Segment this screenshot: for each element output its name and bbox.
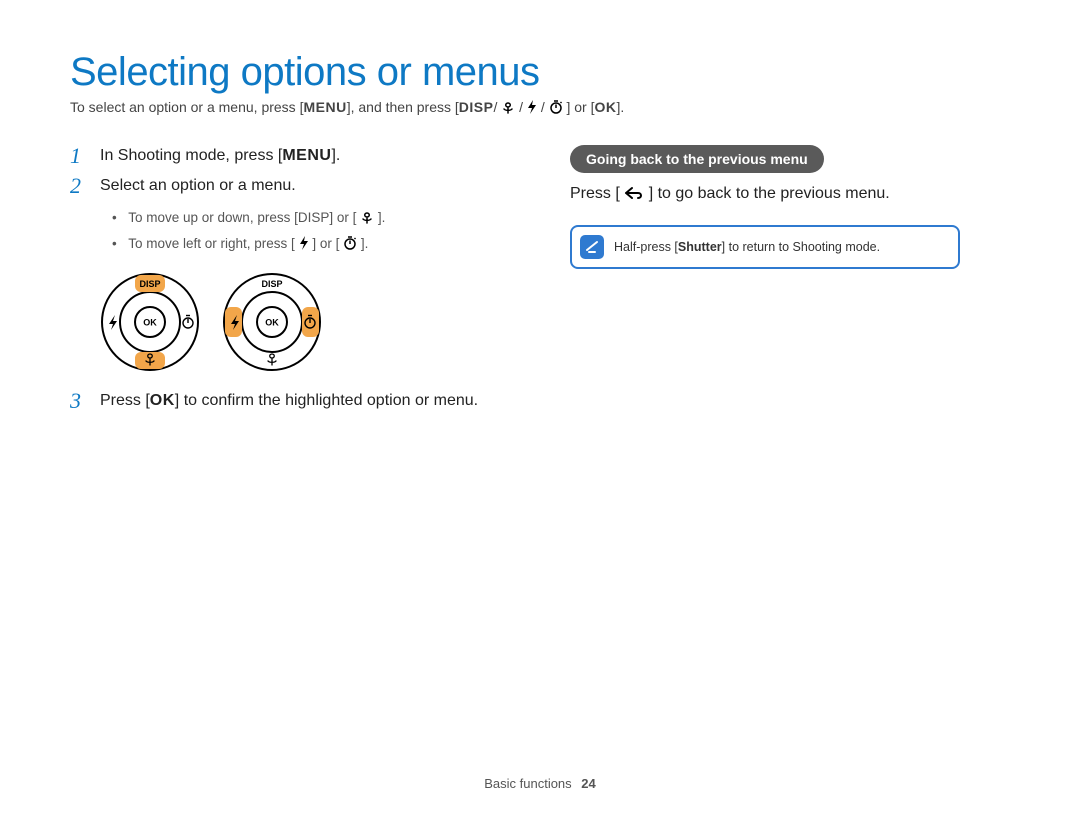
step-3-text: Press [OK] to confirm the highlighted op… [100,390,530,412]
manual-page: Selecting options or menus To select an … [0,0,1080,815]
note-icon [580,235,604,259]
note-callout: Half-press [Shutter] to return to Shooti… [570,225,960,269]
footer-page-number: 24 [581,776,595,791]
slash-2: / [519,99,523,115]
dial-ok-label: OK [143,318,157,328]
ok-keyword: OK [595,99,617,115]
slash-1: / [493,99,497,115]
disp-keyword: DISP [459,99,494,115]
intro-text-3: ] or [ [566,99,594,115]
bullet-1-pre: To move up or down, press [ [128,210,298,225]
bullet-2-post: ]. [361,236,369,251]
dial-horizontal: DISP OK [222,272,322,372]
left-column: 1 In Shooting mode, press [MENU]. 2 Sele… [70,145,530,421]
bullet-1: To move up or down, press [DISP] or [ ]. [112,206,530,232]
slash-3: / [541,99,545,115]
dial-ok-label: OK [265,318,279,328]
bullet-2: To move left or right, press [ ] or [ ]. [112,232,530,258]
note-pre: Half-press [ [614,240,678,254]
subsection-pill: Going back to the previous menu [570,145,824,173]
step-3-pre: Press [ [100,392,150,409]
intro-text-4: ]. [617,99,625,115]
content-columns: 1 In Shooting mode, press [MENU]. 2 Sele… [70,145,1010,421]
macro-icon [360,208,374,232]
note-text: Half-press [Shutter] to return to Shooti… [614,240,880,254]
back-instruction: Press [ ] to go back to the previous men… [570,185,1000,205]
dial-vertical: DISP OK [100,272,200,372]
step-number-1: 1 [70,145,88,167]
step-3-keyword: OK [150,392,175,409]
step-1-pre: In Shooting mode, press [ [100,147,282,164]
macro-icon [501,101,515,117]
shutter-keyword: Shutter [678,240,722,254]
step-number-2: 2 [70,175,88,258]
step-2-text: Select an option or a menu. [100,175,530,197]
dial-disp-label: DISP [261,279,282,289]
dial-illustrations: DISP OK [100,272,530,372]
step-1-text: In Shooting mode, press [MENU]. [100,145,530,167]
back-post: ] to go back to the previous menu. [649,185,890,202]
timer-icon [549,100,563,117]
timer-icon [343,234,357,258]
step-1-keyword: MENU [282,147,331,164]
menu-keyword: MENU [303,99,346,115]
bullet-1-post: ]. [378,210,386,225]
bullet-2-mid: ] or [ [312,236,339,251]
dial-disp-label: DISP [139,279,160,289]
note-post: ] to return to Shooting mode. [722,240,880,254]
step-2: 2 Select an option or a menu. To move up… [70,175,530,258]
bullet-1-mid: ] or [ [329,210,356,225]
back-icon [624,186,644,205]
bullet-2-pre: To move left or right, press [ [128,236,295,251]
intro-paragraph: To select an option or a menu, press [ME… [70,99,1010,117]
step-1-post: ]. [331,147,340,164]
bullet-1-disp: DISP [298,210,330,225]
intro-text-2: ], and then press [ [347,99,459,115]
page-footer: Basic functions 24 [0,776,1080,791]
right-column: Going back to the previous menu Press [ … [570,145,1000,421]
intro-text-1: To select an option or a menu, press [ [70,99,303,115]
footer-section: Basic functions [484,776,571,791]
step-3: 3 Press [OK] to confirm the highlighted … [70,390,530,412]
flash-icon [527,100,537,117]
step-3-post: ] to confirm the highlighted option or m… [175,392,478,409]
page-title: Selecting options or menus [70,50,1010,95]
step-2-bullets: To move up or down, press [DISP] or [ ].… [112,206,530,259]
back-pre: Press [ [570,185,620,202]
flash-icon [299,234,309,258]
step-number-3: 3 [70,390,88,412]
step-1: 1 In Shooting mode, press [MENU]. [70,145,530,167]
